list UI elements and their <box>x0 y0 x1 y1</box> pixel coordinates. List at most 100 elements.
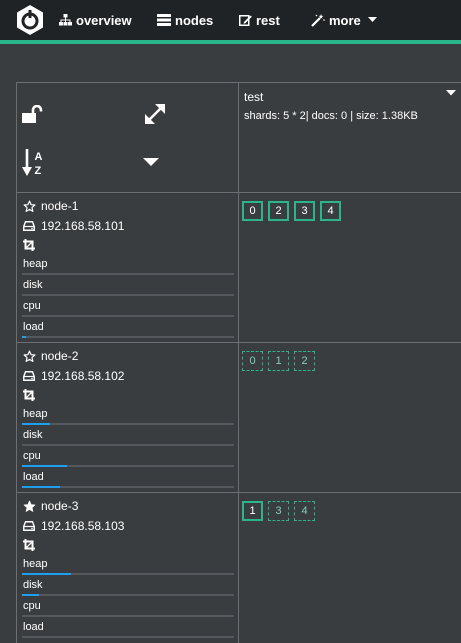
nav-more-dropdown[interactable]: more <box>311 11 381 29</box>
metric-bar-fill <box>22 573 71 575</box>
index-stats: shards: 5 * 2| docs: 0 | size: 1.38KB <box>244 110 418 122</box>
node-name-label[interactable]: node-3 <box>41 499 78 513</box>
nav-nodes[interactable]: nodes <box>157 11 213 29</box>
node-name-label[interactable]: node-2 <box>41 349 78 363</box>
hard-drive-icon <box>23 521 35 531</box>
metric-bar <box>22 336 234 338</box>
caret-down-icon[interactable] <box>143 158 159 167</box>
sitemap-icon <box>59 14 72 26</box>
nav-rest-label: rest <box>256 12 280 28</box>
heap-metric: heap <box>22 256 234 276</box>
metric-bar-fill <box>22 465 67 467</box>
node-ip-label: 192.168.58.102 <box>41 369 125 383</box>
cerebro-logo-icon[interactable] <box>15 4 45 36</box>
metric-bar <box>22 636 234 638</box>
server-icon <box>157 14 171 26</box>
nav-rest[interactable]: rest <box>239 11 280 29</box>
metric-label: load <box>23 471 44 483</box>
cpu-metric: cpu <box>22 448 234 468</box>
metric-label: heap <box>23 408 48 420</box>
metric-label: disk <box>23 429 43 441</box>
load-metric: load <box>22 319 234 339</box>
metric-bar-fill <box>22 423 50 425</box>
star-outline-icon <box>23 349 36 362</box>
metric-bar <box>22 294 234 296</box>
svg-text:Z: Z <box>35 165 42 177</box>
crop-icon <box>23 239 35 251</box>
nav-more-label: more <box>329 12 361 28</box>
metric-bar <box>22 594 234 596</box>
metric-bar <box>22 315 234 317</box>
nav-overview[interactable]: overview <box>59 11 132 29</box>
metric-bar <box>22 573 234 575</box>
metric-label: disk <box>23 579 43 591</box>
shard-replica[interactable]: 1 <box>268 351 289 371</box>
load-metric: load <box>22 469 234 489</box>
expand-icon[interactable] <box>143 102 167 126</box>
shard-replica[interactable]: 3 <box>268 501 289 521</box>
crop-icon <box>23 539 35 551</box>
node-name: node-2 <box>23 349 78 363</box>
shard-row: 0 2 3 4 <box>242 201 341 221</box>
node-name-label[interactable]: node-1 <box>41 199 78 213</box>
metric-bar-fill <box>22 486 61 488</box>
unlock-icon[interactable] <box>22 105 44 123</box>
shard-primary[interactable]: 4 <box>320 201 341 221</box>
metric-label: heap <box>23 258 48 270</box>
shard-replica[interactable]: 4 <box>294 501 315 521</box>
index-name[interactable]: test <box>244 90 263 104</box>
metric-bar <box>22 444 234 446</box>
shard-row: 1 3 4 <box>242 501 315 521</box>
node-name: node-3 <box>23 499 78 513</box>
shard-primary[interactable]: 1 <box>242 501 263 521</box>
shard-primary[interactable]: 2 <box>268 201 289 221</box>
node-ip: 192.168.58.102 <box>23 369 124 383</box>
node-cell: node-3 192.168.58.103 heap disk cpu load <box>17 493 238 643</box>
node-ip-label: 192.168.58.103 <box>41 519 125 533</box>
nav-overview-label: overview <box>76 12 132 28</box>
metric-label: load <box>23 621 44 633</box>
caret-down-icon <box>367 17 377 22</box>
shard-primary[interactable]: 0 <box>242 201 263 221</box>
shard-replica[interactable]: 2 <box>294 351 315 371</box>
disk-metric: disk <box>22 577 234 597</box>
svg-text:A: A <box>35 151 43 163</box>
nav-nodes-label: nodes <box>175 12 214 28</box>
load-metric: load <box>22 619 234 639</box>
metric-label: cpu <box>23 600 41 612</box>
metric-bar-fill <box>22 336 27 338</box>
metric-bar <box>22 273 234 275</box>
star-outline-icon <box>23 199 36 212</box>
node-cell: node-2 192.168.58.102 heap disk cpu load <box>17 343 238 492</box>
metric-label: heap <box>23 558 48 570</box>
node-name: node-1 <box>23 199 78 213</box>
heap-metric: heap <box>22 406 234 426</box>
crop-icon <box>23 389 35 401</box>
metric-bar <box>22 465 234 467</box>
shard-primary[interactable]: 3 <box>294 201 315 221</box>
cpu-metric: cpu <box>22 298 234 318</box>
node-ip: 192.168.58.101 <box>23 219 124 233</box>
disk-metric: disk <box>22 427 234 447</box>
navbar-accent-bar <box>0 40 461 44</box>
metric-bar <box>22 615 234 617</box>
node-ip-label: 192.168.58.101 <box>41 219 125 233</box>
metric-label: cpu <box>23 300 41 312</box>
magic-wand-icon <box>311 13 325 27</box>
cluster-overview-grid: A Z test shards: 5 * 2| docs: 0 | size: … <box>16 82 461 643</box>
sort-alpha-icon[interactable]: A Z <box>22 149 48 177</box>
node-cell: node-1 192.168.58.101 heap disk cpu load <box>17 193 238 342</box>
metric-bar-fill <box>22 594 39 596</box>
cpu-metric: cpu <box>22 598 234 618</box>
top-navbar: overview nodes rest more <box>0 0 461 40</box>
metric-bar <box>22 486 234 488</box>
index-menu-caret-icon[interactable] <box>446 90 456 96</box>
metric-bar <box>22 423 234 425</box>
metric-label: cpu <box>23 450 41 462</box>
grid-divider-vertical <box>238 83 239 643</box>
heap-metric: heap <box>22 556 234 576</box>
metric-label: load <box>23 321 44 333</box>
shard-row: 0 1 2 <box>242 351 315 371</box>
shard-replica[interactable]: 0 <box>242 351 263 371</box>
hard-drive-icon <box>23 371 35 381</box>
